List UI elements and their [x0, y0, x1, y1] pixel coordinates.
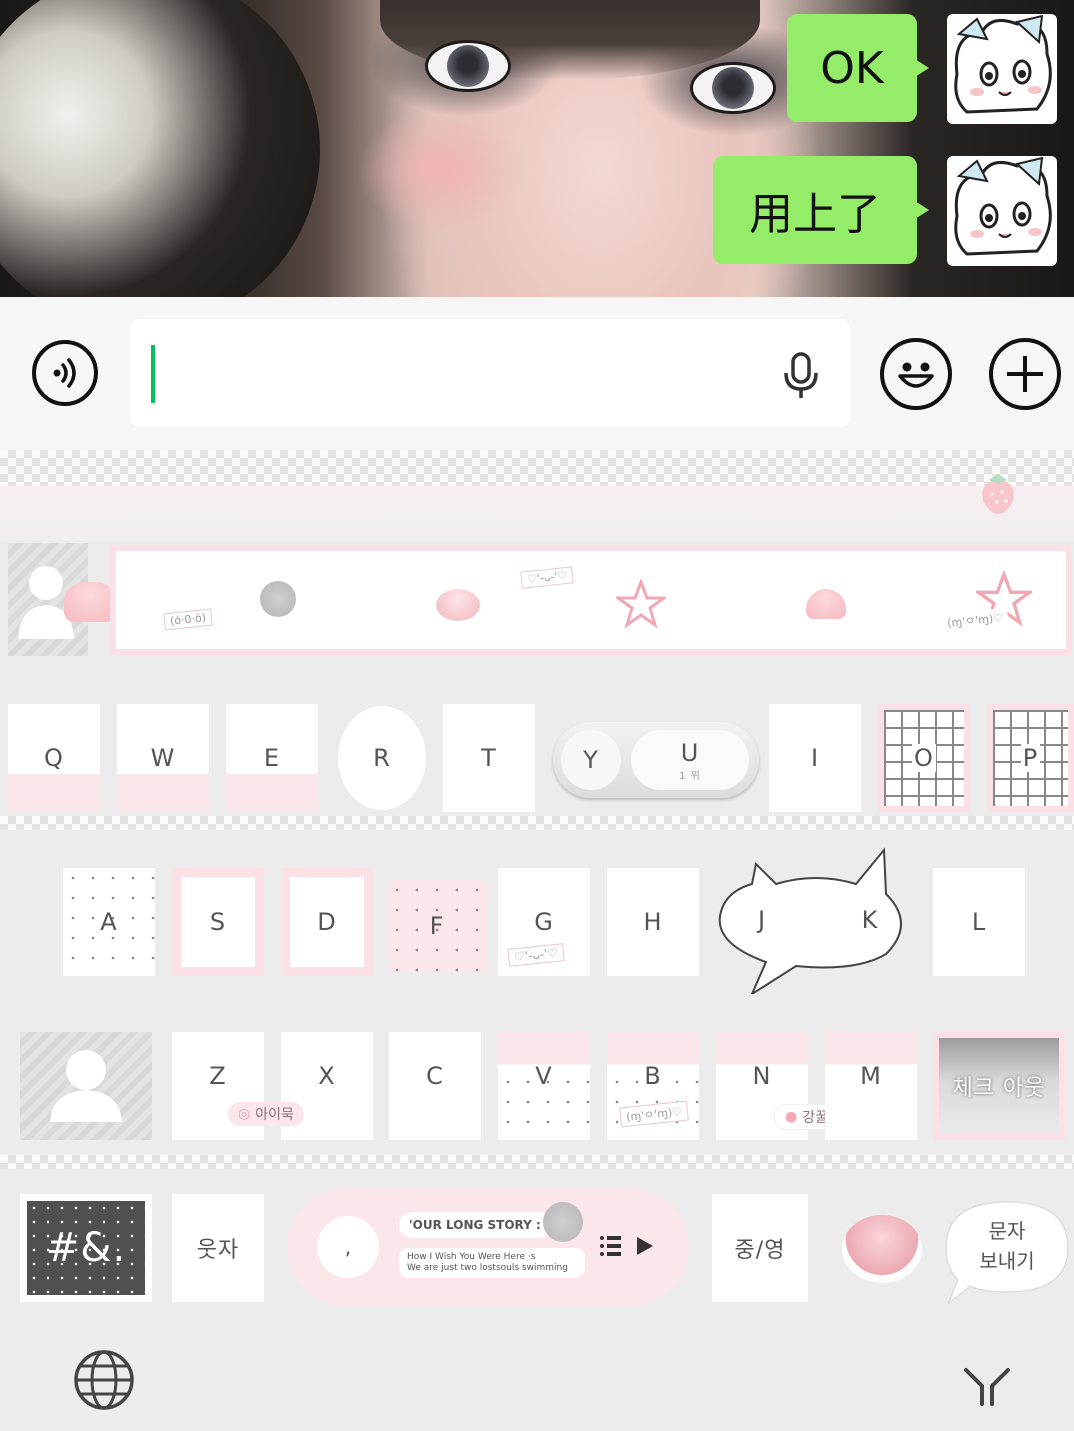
text-caret [151, 345, 155, 403]
key-h[interactable]: H [607, 868, 699, 976]
person-icon [50, 1050, 122, 1122]
kaomoji-sticker: ♡'-ᴗ-'♡ [520, 566, 575, 589]
key-d[interactable]: D [281, 868, 373, 976]
key-a[interactable]: A [63, 868, 155, 976]
input-bar [0, 297, 1074, 450]
paw-sticker [806, 589, 846, 619]
star-icon [616, 579, 666, 629]
photo-hair [0, 0, 320, 297]
key-e[interactable]: E [226, 704, 318, 812]
symbols-key[interactable]: #&. [20, 1194, 152, 1302]
key-r[interactable]: R [338, 706, 426, 810]
avatar[interactable] [947, 14, 1057, 124]
key-u[interactable]: U 1 위 [631, 730, 749, 790]
chat-background-photo: OK 用上了 [0, 0, 1074, 297]
collapse-keyboard-icon[interactable] [962, 1364, 1012, 1408]
kaomoji-sticker: (ɱ'ㅇ'ɱ)♡ [941, 607, 1009, 633]
avatar[interactable] [947, 156, 1057, 266]
keyboard: (ó·0·ò) ♡'-ᴗ-'♡ (ɱ'ㅇ'ɱ)♡ Q W E R T Y U 1… [0, 450, 1074, 1431]
number-key[interactable]: 웃자 [172, 1194, 264, 1302]
message-bubble-ok[interactable]: OK [787, 14, 929, 122]
space-lyrics: How I Wish You Were Here ·s We are just … [399, 1248, 585, 1278]
key-p[interactable]: P [987, 704, 1074, 812]
photo-eye-left [425, 40, 511, 92]
speaker-wave-icon [53, 358, 76, 388]
microphone-icon[interactable] [780, 351, 822, 401]
key-i[interactable]: I [769, 704, 861, 812]
key-q[interactable]: Q [8, 704, 100, 812]
kaomoji-sticker: (ó·0·ò) [163, 608, 213, 631]
message-input[interactable] [130, 319, 850, 427]
checker-divider [0, 1155, 1074, 1169]
key-y[interactable]: Y [561, 730, 621, 790]
key-c[interactable]: C [389, 1032, 481, 1140]
key-v[interactable]: V [498, 1032, 590, 1140]
check-out-key[interactable]: 체크 아웃 [933, 1032, 1065, 1140]
language-switch-key[interactable]: 중/영 [712, 1194, 808, 1302]
emoji-button[interactable] [880, 338, 952, 410]
send-key[interactable]: 문자 보내기 [942, 1198, 1072, 1305]
key-f[interactable]: F [387, 880, 487, 972]
smiley-icon [898, 362, 934, 388]
pink-button-sticker [436, 589, 480, 621]
space-key[interactable]: , 'OUR LONG STORY : How I Wish You Were … [287, 1188, 689, 1306]
paw-sticker [64, 582, 116, 622]
voice-input-button[interactable] [32, 340, 98, 406]
more-button[interactable] [989, 338, 1061, 410]
toolbar-area [0, 486, 1074, 541]
pink-button-sticker [842, 1215, 922, 1283]
key-j[interactable]: J [730, 890, 794, 950]
globe-icon[interactable] [72, 1348, 136, 1412]
strawberry-icon [982, 474, 1014, 514]
shift-key[interactable] [20, 1032, 152, 1140]
key-w[interactable]: W [117, 704, 209, 812]
candidate-bar[interactable]: (ó·0·ò) ♡'-ᴗ-'♡ (ɱ'ㅇ'ɱ)♡ [110, 545, 1072, 655]
comma-key[interactable]: , [317, 1216, 379, 1278]
key-l[interactable]: L [933, 868, 1025, 976]
message-text: 用上了 [749, 189, 881, 240]
key-m[interactable]: M [825, 1032, 917, 1140]
key-t[interactable]: T [443, 704, 535, 812]
plus-icon [1007, 356, 1043, 392]
checker-strip [0, 450, 1074, 486]
space-title: 'OUR LONG STORY : [399, 1212, 551, 1238]
y-u-slider-key[interactable]: Y U 1 위 [553, 722, 759, 798]
message-bubble-used[interactable]: 用上了 [713, 156, 929, 264]
playlist-play-icon [600, 1236, 653, 1256]
z-tag: ◎ 아이묵 [228, 1102, 304, 1126]
u-key-subtext: 1 위 [679, 770, 701, 782]
dizzy-face-icon [543, 1202, 583, 1242]
message-text: OK [820, 42, 884, 94]
photo-eye-right [690, 62, 776, 114]
key-k[interactable]: K [838, 890, 902, 950]
dizzy-face-icon [260, 581, 296, 617]
key-o[interactable]: O [878, 704, 970, 812]
checker-divider [0, 816, 1074, 830]
key-s[interactable]: S [172, 868, 264, 976]
